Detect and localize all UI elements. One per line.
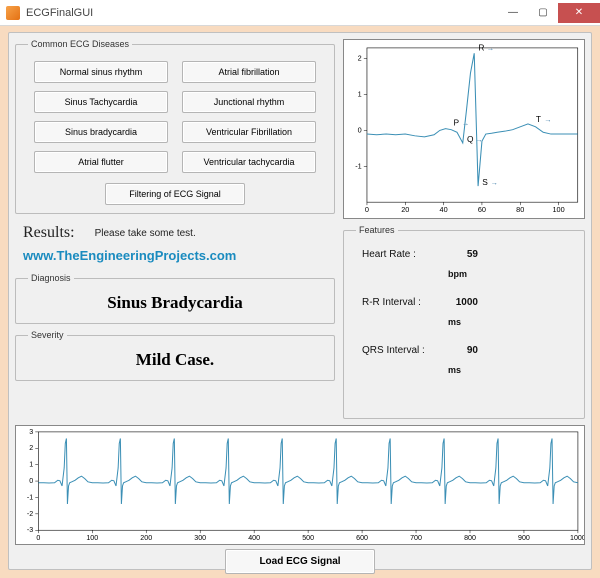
results-label: Results: [23, 224, 75, 242]
severity-group: Severity Mild Case. [15, 330, 335, 381]
full-ecg-plot: 0 100 200 300 400 500 600 700 800 900 1000 -3 -2 -1 0 1… [15, 425, 585, 545]
window-titlebar: ECGFinalGUI — ▢ ✕ [0, 0, 600, 26]
svg-text:→: → [462, 120, 469, 128]
disease-button-normal-sinus[interactable]: Normal sinus rhythm [34, 61, 168, 83]
feature-label: QRS Interval : [362, 345, 442, 356]
feature-value: 59 [442, 249, 478, 260]
svg-text:500: 500 [302, 535, 314, 542]
single-beat-plot: 020406080100-1012P→Q→R→S→T→ [343, 39, 585, 219]
svg-text:20: 20 [401, 206, 409, 214]
svg-text:-2: -2 [27, 511, 33, 518]
svg-text:P: P [454, 119, 460, 128]
svg-text:400: 400 [248, 535, 260, 542]
feature-row-heart-rate: Heart Rate : 59 bpm [362, 249, 566, 279]
feature-unit: ms [448, 317, 478, 327]
features-group: Features Heart Rate : 59 bpm R-R Interva… [343, 225, 585, 419]
feature-value: 1000 [442, 297, 478, 308]
disease-button-sinus-bradycardia[interactable]: Sinus bradycardia [34, 121, 168, 143]
feature-label: R-R Interval : [362, 297, 442, 308]
svg-text:→: → [487, 44, 494, 52]
severity-legend: Severity [28, 330, 67, 340]
svg-text:→: → [491, 179, 498, 187]
svg-text:900: 900 [518, 535, 530, 542]
disease-button-atrial-fibrillation[interactable]: Atrial fibrillation [182, 61, 316, 83]
svg-text:800: 800 [464, 535, 476, 542]
svg-text:R: R [478, 44, 484, 53]
website-link[interactable]: www.TheEngineeringProjects.com [15, 248, 335, 267]
window-minimize-button[interactable]: — [498, 3, 528, 23]
diagnosis-value: Sinus Bradycardia [24, 291, 326, 315]
svg-text:1: 1 [358, 91, 362, 99]
svg-text:2: 2 [29, 445, 33, 452]
svg-text:0: 0 [358, 127, 362, 135]
feature-label: Heart Rate : [362, 249, 442, 260]
diseases-legend: Common ECG Diseases [28, 39, 132, 49]
diseases-group: Common ECG Diseases Normal sinus rhythm … [15, 39, 335, 214]
svg-text:Q: Q [467, 135, 473, 144]
svg-text:100: 100 [86, 535, 98, 542]
feature-unit: ms [448, 365, 478, 375]
svg-text:700: 700 [410, 535, 422, 542]
svg-text:0: 0 [365, 206, 369, 214]
svg-text:100: 100 [552, 206, 564, 214]
svg-text:300: 300 [194, 535, 206, 542]
window-close-button[interactable]: ✕ [558, 3, 600, 23]
disease-button-junctional-rhythm[interactable]: Junctional rhythm [182, 91, 316, 113]
load-ecg-button[interactable]: Load ECG Signal [225, 549, 375, 574]
svg-text:1: 1 [29, 462, 33, 469]
disease-button-sinus-tachycardia[interactable]: Sinus Tachycardia [34, 91, 168, 113]
disease-button-atrial-flutter[interactable]: Atrial flutter [34, 151, 168, 173]
disease-button-ventricular-tachycardia[interactable]: Ventricular tachycardia [182, 151, 316, 173]
svg-text:S: S [482, 178, 488, 187]
svg-text:200: 200 [140, 535, 152, 542]
client-area: Common ECG Diseases Normal sinus rhythm … [0, 26, 600, 578]
feature-value: 90 [442, 345, 478, 356]
svg-text:3: 3 [29, 429, 33, 436]
disease-button-ventricular-fibrillation[interactable]: Ventricular Fibrillation [182, 121, 316, 143]
svg-text:-3: -3 [27, 527, 33, 534]
results-message: Please take some test. [95, 228, 196, 239]
severity-value: Mild Case. [24, 348, 326, 372]
diagnosis-group: Diagnosis Sinus Bradycardia [15, 273, 335, 324]
main-panel: Common ECG Diseases Normal sinus rhythm … [8, 32, 592, 570]
app-icon [6, 6, 20, 20]
features-legend: Features [356, 225, 398, 235]
svg-text:1000: 1000 [570, 535, 584, 542]
svg-text:→: → [475, 136, 482, 144]
svg-text:40: 40 [440, 206, 448, 214]
svg-text:80: 80 [516, 206, 524, 214]
svg-text:2: 2 [358, 55, 362, 63]
feature-row-qrs-interval: QRS Interval : 90 ms [362, 345, 566, 375]
diagnosis-legend: Diagnosis [28, 273, 74, 283]
svg-text:-1: -1 [355, 162, 362, 170]
window-maximize-button[interactable]: ▢ [528, 3, 558, 23]
svg-text:0: 0 [36, 535, 40, 542]
window-title: ECGFinalGUI [26, 7, 498, 19]
svg-text:0: 0 [29, 478, 33, 485]
svg-text:600: 600 [356, 535, 368, 542]
filter-ecg-button[interactable]: Filtering of ECG Signal [105, 183, 245, 205]
feature-unit: bpm [448, 269, 478, 279]
feature-row-rr-interval: R-R Interval : 1000 ms [362, 297, 566, 327]
svg-text:60: 60 [478, 206, 486, 214]
svg-text:T: T [536, 115, 541, 124]
svg-text:-1: -1 [27, 495, 33, 502]
svg-text:→: → [544, 116, 551, 124]
